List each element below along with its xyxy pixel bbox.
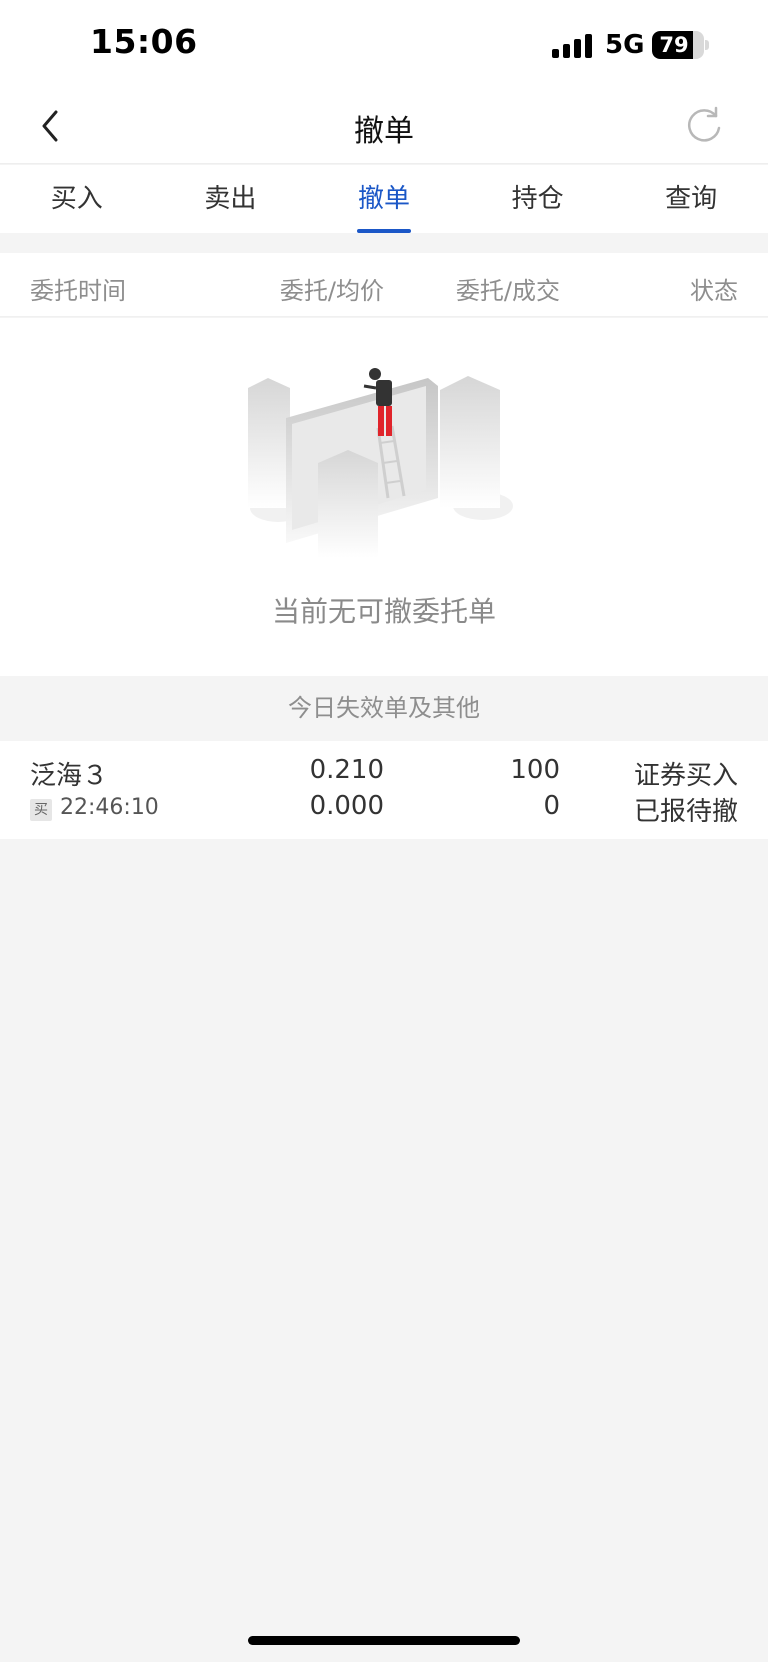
order-row[interactable]: 泛海３ 买 22:46:10 0.210 0.000 100 0 证券买入 已报… xyxy=(0,741,768,839)
order-price: 0.210 xyxy=(309,755,384,785)
empty-state: 当前无可撤委托单 xyxy=(0,318,768,676)
header-status: 状态 xyxy=(690,277,738,305)
stock-name: 泛海３ xyxy=(30,761,109,791)
battery-level: 79 xyxy=(659,33,689,57)
battery-tip xyxy=(705,40,709,50)
tab-bar: 买入 卖出 撤单 持仓 查询 xyxy=(0,165,768,233)
screen: 15:06 5G 79 撤单 买入 卖出 撤单 持仓 查询 委托时间 委托/均价… xyxy=(0,0,768,1662)
refresh-button[interactable] xyxy=(680,102,728,150)
status-bar: 15:06 5G 79 xyxy=(0,0,768,88)
order-quantity: 100 xyxy=(510,755,560,785)
side-badge: 买 xyxy=(30,799,52,821)
section-title: 今日失效单及其他 xyxy=(0,676,768,740)
order-type: 证券买入 xyxy=(633,761,738,791)
header-quantity: 委托/成交 xyxy=(455,277,560,305)
signal-icon xyxy=(552,32,594,58)
status-time: 15:06 xyxy=(90,22,198,61)
refresh-icon xyxy=(688,106,721,142)
tab-positions[interactable]: 持仓 xyxy=(461,165,615,233)
order-time: 22:46:10 xyxy=(60,795,159,820)
header-price: 委托/均价 xyxy=(279,277,384,305)
tab-sell[interactable]: 卖出 xyxy=(154,165,308,233)
tab-buy[interactable]: 买入 xyxy=(0,165,154,233)
network-label: 5G xyxy=(605,30,645,60)
tab-query[interactable]: 查询 xyxy=(614,165,768,233)
header-time: 委托时间 xyxy=(30,277,126,305)
tab-cancel[interactable]: 撤单 xyxy=(307,165,461,233)
nav-bar: 撤单 xyxy=(0,88,768,164)
filled-quantity: 0 xyxy=(543,791,560,821)
battery-icon: 79 xyxy=(652,31,704,59)
table-header: 委托时间 委托/均价 委托/成交 状态 xyxy=(0,253,768,317)
empty-state-illustration xyxy=(248,368,513,558)
home-indicator xyxy=(248,1636,520,1645)
page-title: 撤单 xyxy=(354,114,414,149)
average-price: 0.000 xyxy=(309,791,384,821)
empty-message: 当前无可撤委托单 xyxy=(271,595,496,628)
order-status: 已报待撤 xyxy=(633,797,738,827)
